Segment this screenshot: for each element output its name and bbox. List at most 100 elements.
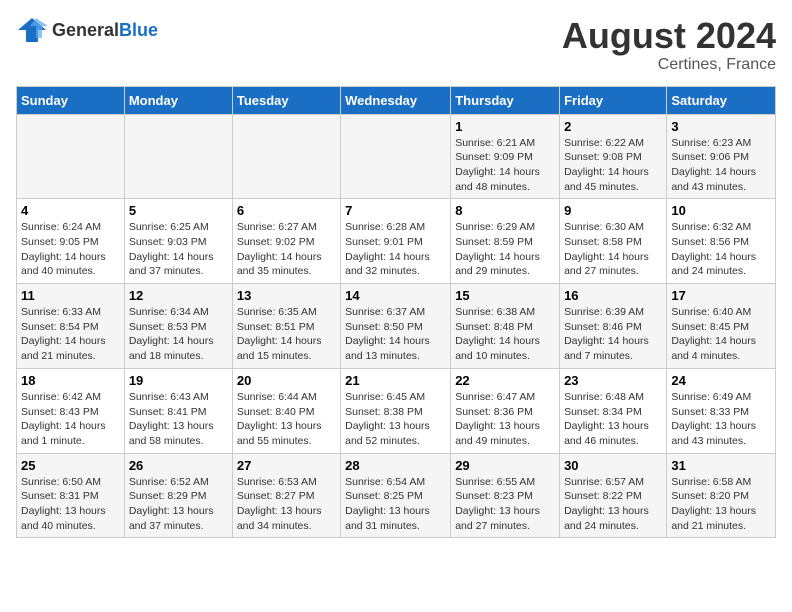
calendar-week-2: 4Sunrise: 6:24 AMSunset: 9:05 PMDaylight…: [17, 199, 776, 284]
header-tuesday: Tuesday: [232, 86, 340, 114]
header-monday: Monday: [124, 86, 232, 114]
calendar-cell: 1 Sunrise: 6:21 AMSunset: 9:09 PMDaylight…: [451, 114, 560, 199]
calendar-week-5: 25Sunrise: 6:50 AMSunset: 8:31 PMDayligh…: [17, 453, 776, 538]
calendar-cell: 31 Sunrise: 6:58 AMSunset: 8:20 PMDayligh…: [667, 453, 776, 538]
day-number: 29: [455, 458, 555, 473]
day-info: Sunrise: 6:35 AMSunset: 8:51 PMDaylight:…: [237, 305, 336, 364]
calendar-cell: [17, 114, 125, 199]
title-area: August 2024 Certines, France: [562, 16, 776, 74]
calendar-cell: 16Sunrise: 6:39 AMSunset: 8:46 PMDayligh…: [560, 284, 667, 369]
day-number: 21: [345, 373, 446, 388]
day-info: Sunrise: 6:28 AMSunset: 9:01 PMDaylight:…: [345, 220, 446, 279]
day-info: Sunrise: 6:49 AMSunset: 8:33 PMDaylight:…: [671, 390, 771, 449]
calendar-cell: 29 Sunrise: 6:55 AMSunset: 8:23 PMDayligh…: [451, 453, 560, 538]
day-info: Sunrise: 6:27 AMSunset: 9:02 PMDaylight:…: [237, 220, 336, 279]
calendar-cell: 14Sunrise: 6:37 AMSunset: 8:50 PMDayligh…: [341, 284, 451, 369]
day-number: 25: [21, 458, 120, 473]
logo-general: General: [52, 20, 119, 40]
day-info: Sunrise: 6:37 AMSunset: 8:50 PMDaylight:…: [345, 305, 446, 364]
day-info: Sunrise: 6:24 AMSunset: 9:05 PMDaylight:…: [21, 220, 120, 279]
calendar-week-1: 1 Sunrise: 6:21 AMSunset: 9:09 PMDaylight…: [17, 114, 776, 199]
calendar-cell: 3Sunrise: 6:23 AMSunset: 9:06 PMDaylight…: [667, 114, 776, 199]
header-friday: Friday: [560, 86, 667, 114]
calendar-cell: 5Sunrise: 6:25 AMSunset: 9:03 PMDaylight…: [124, 199, 232, 284]
calendar-cell: 27Sunrise: 6:53 AMSunset: 8:27 PMDayligh…: [232, 453, 340, 538]
calendar-cell: 28 Sunrise: 6:54 AMSunset: 8:25 PMDayligh…: [341, 453, 451, 538]
logo-icon: [16, 16, 48, 44]
day-info: Sunrise: 6:54 AMSunset: 8:25 PMDaylight:…: [345, 475, 446, 534]
day-info: Sunrise: 6:40 AMSunset: 8:45 PMDaylight:…: [671, 305, 771, 364]
day-info: Sunrise: 6:43 AMSunset: 8:41 PMDaylight:…: [129, 390, 228, 449]
calendar-cell: 13 Sunrise: 6:35 AMSunset: 8:51 PMDayligh…: [232, 284, 340, 369]
header-wednesday: Wednesday: [341, 86, 451, 114]
day-info: Sunrise: 6:47 AMSunset: 8:36 PMDaylight:…: [455, 390, 555, 449]
day-number: 31: [671, 458, 771, 473]
day-info: Sunrise: 6:57 AMSunset: 8:22 PMDaylight:…: [564, 475, 662, 534]
calendar-cell: 18 Sunrise: 6:42 AMSunset: 8:43 PMDayligh…: [17, 368, 125, 453]
calendar-cell: 6Sunrise: 6:27 AMSunset: 9:02 PMDaylight…: [232, 199, 340, 284]
day-info: Sunrise: 6:53 AMSunset: 8:27 PMDaylight:…: [237, 475, 336, 534]
calendar-cell: 20Sunrise: 6:44 AMSunset: 8:40 PMDayligh…: [232, 368, 340, 453]
calendar-cell: 4Sunrise: 6:24 AMSunset: 9:05 PMDaylight…: [17, 199, 125, 284]
day-info: Sunrise: 6:29 AMSunset: 8:59 PMDaylight:…: [455, 220, 555, 279]
calendar-cell: 25Sunrise: 6:50 AMSunset: 8:31 PMDayligh…: [17, 453, 125, 538]
day-info: Sunrise: 6:58 AMSunset: 8:20 PMDaylight:…: [671, 475, 771, 534]
location-title: Certines, France: [562, 56, 776, 74]
day-info: Sunrise: 6:34 AMSunset: 8:53 PMDaylight:…: [129, 305, 228, 364]
day-number: 23: [564, 373, 662, 388]
calendar-cell: 26 Sunrise: 6:52 AMSunset: 8:29 PMDayligh…: [124, 453, 232, 538]
day-info: Sunrise: 6:38 AMSunset: 8:48 PMDaylight:…: [455, 305, 555, 364]
day-info: Sunrise: 6:25 AMSunset: 9:03 PMDaylight:…: [129, 220, 228, 279]
logo: GeneralBlue: [16, 16, 158, 44]
day-number: 15: [455, 288, 555, 303]
day-number: 19: [129, 373, 228, 388]
day-number: 16: [564, 288, 662, 303]
calendar-cell: 8Sunrise: 6:29 AMSunset: 8:59 PMDaylight…: [451, 199, 560, 284]
calendar-cell: 9 Sunrise: 6:30 AMSunset: 8:58 PMDaylight…: [560, 199, 667, 284]
calendar-table: SundayMondayTuesdayWednesdayThursdayFrid…: [16, 86, 776, 539]
calendar-cell: 22Sunrise: 6:47 AMSunset: 8:36 PMDayligh…: [451, 368, 560, 453]
header-saturday: Saturday: [667, 86, 776, 114]
calendar-cell: 19 Sunrise: 6:43 AMSunset: 8:41 PMDayligh…: [124, 368, 232, 453]
calendar-header-row: SundayMondayTuesdayWednesdayThursdayFrid…: [17, 86, 776, 114]
calendar-cell: [232, 114, 340, 199]
day-info: Sunrise: 6:23 AMSunset: 9:06 PMDaylight:…: [671, 136, 771, 195]
day-number: 26: [129, 458, 228, 473]
calendar-cell: 30Sunrise: 6:57 AMSunset: 8:22 PMDayligh…: [560, 453, 667, 538]
day-info: Sunrise: 6:21 AMSunset: 9:09 PMDaylight:…: [455, 136, 555, 195]
day-info: Sunrise: 6:45 AMSunset: 8:38 PMDaylight:…: [345, 390, 446, 449]
day-number: 24: [671, 373, 771, 388]
calendar-cell: 7 Sunrise: 6:28 AMSunset: 9:01 PMDaylight…: [341, 199, 451, 284]
day-number: 18: [21, 373, 120, 388]
day-info: Sunrise: 6:48 AMSunset: 8:34 PMDaylight:…: [564, 390, 662, 449]
calendar-cell: 10 Sunrise: 6:32 AMSunset: 8:56 PMDayligh…: [667, 199, 776, 284]
calendar-cell: 24 Sunrise: 6:49 AMSunset: 8:33 PMDayligh…: [667, 368, 776, 453]
calendar-cell: [341, 114, 451, 199]
day-number: 28: [345, 458, 446, 473]
day-info: Sunrise: 6:52 AMSunset: 8:29 PMDaylight:…: [129, 475, 228, 534]
day-number: 13: [237, 288, 336, 303]
day-number: 1: [455, 119, 555, 134]
day-number: 7: [345, 203, 446, 218]
day-info: Sunrise: 6:42 AMSunset: 8:43 PMDaylight:…: [21, 390, 120, 449]
day-info: Sunrise: 6:30 AMSunset: 8:58 PMDaylight:…: [564, 220, 662, 279]
day-number: 20: [237, 373, 336, 388]
header-sunday: Sunday: [17, 86, 125, 114]
calendar-cell: 11 Sunrise: 6:33 AMSunset: 8:54 PMDayligh…: [17, 284, 125, 369]
day-number: 9: [564, 203, 662, 218]
day-number: 2: [564, 119, 662, 134]
calendar-week-4: 18 Sunrise: 6:42 AMSunset: 8:43 PMDayligh…: [17, 368, 776, 453]
day-number: 17: [671, 288, 771, 303]
day-number: 12: [129, 288, 228, 303]
day-number: 10: [671, 203, 771, 218]
day-info: Sunrise: 6:55 AMSunset: 8:23 PMDaylight:…: [455, 475, 555, 534]
calendar-cell: 21 Sunrise: 6:45 AMSunset: 8:38 PMDayligh…: [341, 368, 451, 453]
calendar-cell: 12 Sunrise: 6:34 AMSunset: 8:53 PMDayligh…: [124, 284, 232, 369]
day-number: 11: [21, 288, 120, 303]
calendar-cell: 2Sunrise: 6:22 AMSunset: 9:08 PMDaylight…: [560, 114, 667, 199]
day-info: Sunrise: 6:33 AMSunset: 8:54 PMDaylight:…: [21, 305, 120, 364]
month-title: August 2024: [562, 16, 776, 56]
day-info: Sunrise: 6:32 AMSunset: 8:56 PMDaylight:…: [671, 220, 771, 279]
calendar-week-3: 11 Sunrise: 6:33 AMSunset: 8:54 PMDayligh…: [17, 284, 776, 369]
page-header: GeneralBlue August 2024 Certines, France: [16, 16, 776, 74]
